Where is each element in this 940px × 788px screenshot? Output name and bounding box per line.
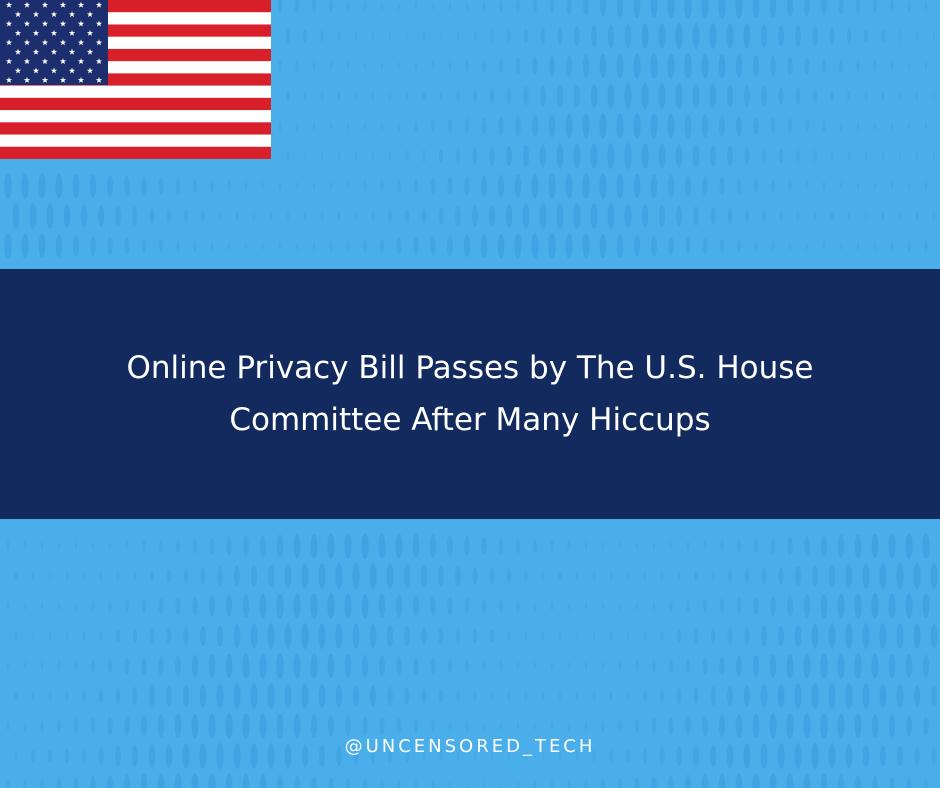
- social-handle: @UNCENSORED_TECH: [344, 736, 596, 757]
- headline-line-2: Committee After Many Hiccups: [229, 402, 711, 438]
- headline: Online Privacy Bill Passes by The U.S. H…: [86, 342, 853, 446]
- us-flag-icon: [0, 0, 271, 159]
- headline-banner: Online Privacy Bill Passes by The U.S. H…: [0, 269, 940, 519]
- headline-line-1: Online Privacy Bill Passes by The U.S. H…: [126, 350, 814, 386]
- graphic-canvas: { "colors": { "background": "#4aaeea", "…: [0, 0, 940, 788]
